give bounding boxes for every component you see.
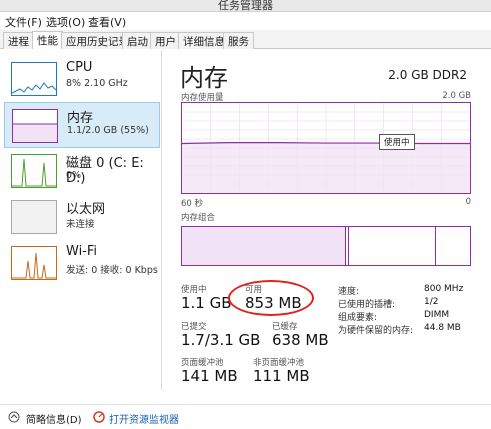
form-factor-label: 组成要素:: [338, 313, 378, 323]
form-factor-value: DIMM: [424, 310, 450, 320]
nonpaged-pool-value: 111 MB: [253, 367, 310, 385]
reserved-value: 44.8 MB: [424, 323, 461, 333]
disk-thumbnail: [11, 154, 57, 188]
page-title: 内存: [180, 64, 228, 92]
usage-max-label: 2.0 GB: [442, 91, 471, 101]
tab-services[interactable]: 服务: [223, 32, 254, 49]
slots-value: 1/2: [424, 297, 439, 307]
sidebar-item-label: Wi-Fi: [66, 244, 98, 259]
sidebar-item-sub: 0%: [66, 170, 82, 181]
sidebar-item-label: 以太网: [66, 202, 106, 217]
memory-usage-svg: [181, 103, 470, 193]
sidebar-item-disk[interactable]: 磁盘 0 (C: E: D:) 0%: [4, 148, 160, 194]
memory-thumbnail: [12, 109, 58, 143]
tab-processes[interactable]: 进程: [3, 32, 34, 49]
wifi-thumbnail: [11, 246, 57, 280]
disk-mini-graph: [12, 158, 56, 187]
composition-divider: [348, 227, 349, 265]
open-resource-monitor-link[interactable]: 打开资源监视器: [109, 411, 179, 426]
chart-tooltip: 使用中: [379, 134, 415, 150]
title-bar: 任务管理器: [0, 0, 491, 12]
cpu-thumbnail: [11, 62, 57, 96]
fewer-details-link[interactable]: 简略信息(D): [26, 411, 82, 426]
memory-panel: 内存 2.0 GB DDR2 内存使用量 2.0 GB 使用中 60 秒 0 内…: [170, 50, 491, 390]
time-right-label: 0: [465, 197, 471, 207]
cached-value: 638 MB: [272, 331, 329, 349]
wifi-mini-graph: [12, 252, 56, 279]
cpu-mini-graph: [11, 82, 57, 94]
sidebar-item-memory[interactable]: 内存 1.1/2.0 GB (55%): [4, 102, 160, 148]
time-left-label: 60 秒: [181, 199, 204, 209]
menu-options[interactable]: 选项(O): [46, 14, 85, 30]
paged-pool-value: 141 MB: [181, 367, 238, 385]
speed-value: 800 MHz: [424, 284, 464, 294]
collapse-icon[interactable]: [8, 411, 20, 423]
tab-startup[interactable]: 启动: [122, 32, 153, 49]
sidebar-item-sub: 1.1/2.0 GB (55%): [67, 125, 149, 136]
menu-view[interactable]: 查看(V): [88, 14, 126, 30]
slots-label: 已使用的插槽:: [338, 300, 396, 310]
tab-users[interactable]: 用户: [150, 32, 181, 49]
menu-bar: 文件(F) 选项(O) 查看(V): [0, 12, 491, 30]
memory-hardware: 2.0 GB DDR2: [388, 68, 467, 82]
memory-composition-bar: [181, 226, 471, 266]
memory-mini-graph: [13, 123, 57, 142]
resource-monitor-icon: [93, 411, 105, 423]
reserved-label: 为硬件保留的内存:: [338, 326, 414, 336]
menu-file[interactable]: 文件(F): [5, 14, 42, 30]
ethernet-thumbnail: [11, 200, 57, 234]
performance-sidebar: CPU 8% 2.10 GHz 内存 1.1/2.0 GB (55%) 磁盘 0…: [0, 50, 162, 390]
sidebar-item-cpu[interactable]: CPU 8% 2.10 GHz: [4, 56, 160, 102]
speed-label: 速度:: [338, 287, 360, 297]
sidebar-item-ethernet[interactable]: 以太网 未连接: [4, 194, 160, 240]
sidebar-item-sub: 发送: 0 接收: 0 Kbps: [66, 265, 158, 276]
footer-bar: 简略信息(D) 打开资源监视器: [0, 404, 491, 429]
memory-usage-chart: [181, 102, 471, 194]
sidebar-item-label: 内存: [67, 111, 94, 126]
sidebar-item-wifi[interactable]: Wi-Fi 发送: 0 接收: 0 Kbps: [4, 240, 160, 286]
tab-bar: 进程 性能 应用历史记录 启动 用户 详细信息 服务: [0, 30, 491, 49]
sidebar-item-label: CPU: [66, 60, 93, 75]
composition-in-use: [182, 227, 346, 265]
composition-cached: [352, 227, 436, 265]
usage-area: [182, 142, 470, 193]
sidebar-item-sub: 8% 2.10 GHz: [66, 78, 128, 89]
committed-value: 1.7/3.1 GB: [181, 331, 261, 349]
sidebar-item-sub: 未连接: [66, 219, 95, 230]
red-highlight-ellipse: [228, 280, 314, 316]
in-use-value: 1.1 GB: [181, 294, 232, 312]
tab-performance[interactable]: 性能: [32, 31, 63, 49]
composition-label: 内存组合: [181, 213, 216, 223]
